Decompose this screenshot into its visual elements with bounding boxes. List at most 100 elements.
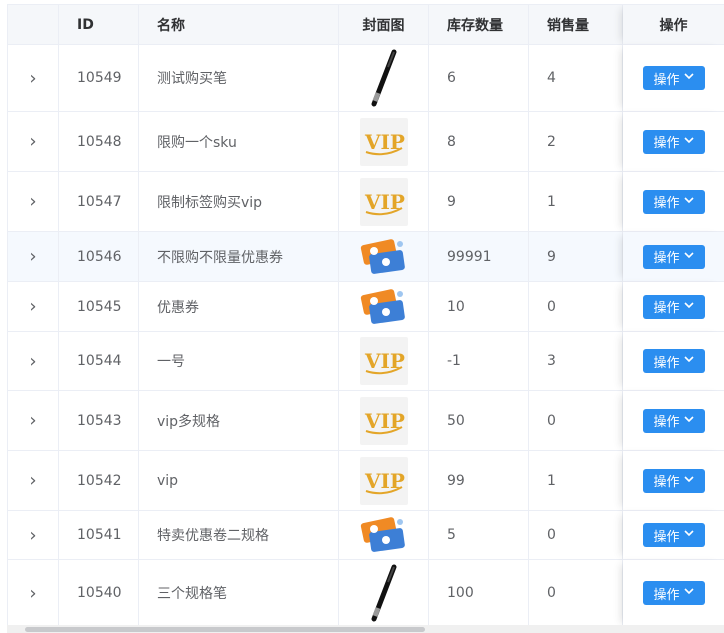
cell-stock: -1 (429, 332, 529, 391)
actions-dropdown-button[interactable]: 操作 (642, 408, 705, 433)
cell-stock: 8 (429, 112, 529, 172)
actions-dropdown-button[interactable]: 操作 (642, 581, 705, 605)
cell-name: vip多规格 (139, 391, 339, 451)
cell-sales: 4 (529, 45, 623, 112)
expand-toggle[interactable]: › (8, 391, 59, 451)
cell-actions: 操作 (623, 511, 724, 560)
actions-button-label: 操作 (653, 587, 680, 603)
cell-id: 10541 (59, 511, 139, 560)
cell-stock: 100 (429, 560, 529, 627)
cell-id: 10542 (59, 451, 139, 511)
coupon-image (360, 238, 408, 276)
chevron-down-icon (683, 251, 694, 262)
actions-dropdown-button[interactable]: 操作 (642, 189, 705, 214)
cell-actions: 操作 (623, 172, 724, 232)
expand-toggle[interactable]: › (8, 332, 59, 391)
cell-stock: 50 (429, 391, 529, 451)
cell-stock: 99 (429, 451, 529, 511)
cell-id: 10543 (59, 391, 139, 451)
cell-id: 10546 (59, 232, 139, 282)
cell-actions: 操作 (623, 332, 724, 391)
cell-actions: 操作 (623, 451, 724, 511)
cell-sales: 0 (529, 282, 623, 332)
table-grid: ID 名称 封面图 库存数量 销售量 操作 › 10549 测试购买笔 6 4 操作 › 10… (8, 5, 724, 627)
cell-name: 一号 (139, 332, 339, 391)
cell-cover: VIP (339, 451, 429, 511)
expand-toggle[interactable]: › (8, 112, 59, 172)
horizontal-scrollbar[interactable] (7, 625, 724, 633)
pen-image (360, 564, 408, 622)
cell-stock: 6 (429, 45, 529, 112)
expand-toggle[interactable]: › (8, 172, 59, 232)
actions-dropdown-button[interactable]: 操作 (642, 468, 705, 493)
actions-button-label: 操作 (653, 475, 680, 490)
actions-dropdown-button[interactable]: 操作 (642, 349, 705, 373)
cell-id: 10544 (59, 332, 139, 391)
cell-stock: 99991 (429, 232, 529, 282)
expand-toggle[interactable]: › (8, 451, 59, 511)
header-name: 名称 (139, 5, 339, 45)
cell-name: vip (139, 451, 339, 511)
cell-name: 不限购不限量优惠券 (139, 232, 339, 282)
chevron-down-icon (683, 136, 694, 147)
cell-actions: 操作 (623, 560, 724, 627)
chevron-down-icon (683, 588, 694, 598)
chevron-down-icon (683, 475, 694, 486)
expand-toggle[interactable]: › (8, 282, 59, 332)
cell-sales: 0 (529, 391, 623, 451)
vip-image: VIP (359, 456, 408, 505)
actions-dropdown-button[interactable]: 操作 (642, 523, 705, 547)
actions-dropdown-button[interactable]: 操作 (642, 66, 705, 90)
cell-stock: 5 (429, 511, 529, 560)
chevron-down-icon (683, 356, 694, 366)
expand-toggle[interactable]: › (8, 232, 59, 282)
cell-cover: VIP (339, 391, 429, 451)
cell-name: 限制标签购买vip (139, 172, 339, 232)
actions-button-label: 操作 (653, 529, 680, 545)
vip-image: VIP (359, 177, 408, 226)
actions-dropdown-button[interactable]: 操作 (642, 129, 705, 154)
actions-dropdown-button[interactable]: 操作 (642, 244, 705, 269)
cell-stock: 9 (429, 172, 529, 232)
cell-actions: 操作 (623, 45, 724, 112)
cell-cover: VIP (339, 112, 429, 172)
vip-image: VIP (359, 396, 408, 445)
chevron-down-icon (683, 415, 694, 426)
vip-image: VIP (359, 117, 408, 166)
actions-dropdown-button[interactable]: 操作 (642, 294, 705, 319)
chevron-down-icon (683, 73, 694, 83)
vip-image: VIP (359, 337, 408, 385)
expand-toggle[interactable]: › (8, 511, 59, 560)
expand-toggle[interactable]: › (8, 45, 59, 112)
cell-id: 10540 (59, 560, 139, 627)
actions-button-label: 操作 (653, 415, 680, 430)
actions-button-label: 操作 (653, 251, 680, 266)
chevron-down-icon (683, 196, 694, 207)
scrollbar-thumb[interactable] (25, 627, 425, 632)
cell-cover: VIP (339, 332, 429, 391)
cell-actions: 操作 (623, 112, 724, 172)
cell-id: 10545 (59, 282, 139, 332)
expand-toggle[interactable]: › (8, 560, 59, 627)
actions-button-label: 操作 (653, 136, 680, 151)
cell-sales: 0 (529, 511, 623, 560)
cell-name: 特卖优惠卷二规格 (139, 511, 339, 560)
chevron-down-icon (683, 301, 694, 312)
pen-image (360, 49, 408, 107)
cell-cover (339, 45, 429, 112)
cell-cover (339, 511, 429, 560)
cell-cover (339, 560, 429, 627)
products-table: ID 名称 封面图 库存数量 销售量 操作 › 10549 测试购买笔 6 4 操作 › 10… (7, 4, 724, 633)
cell-cover: VIP (339, 172, 429, 232)
actions-button-label: 操作 (653, 301, 680, 316)
actions-button-label: 操作 (653, 355, 680, 371)
chevron-down-icon (683, 530, 694, 540)
cell-sales: 1 (529, 172, 623, 232)
header-id: ID (59, 5, 139, 45)
cell-cover (339, 282, 429, 332)
cell-actions: 操作 (623, 282, 724, 332)
cell-id: 10549 (59, 45, 139, 112)
cell-id: 10547 (59, 172, 139, 232)
cell-sales: 1 (529, 451, 623, 511)
actions-button-label: 操作 (653, 196, 680, 211)
